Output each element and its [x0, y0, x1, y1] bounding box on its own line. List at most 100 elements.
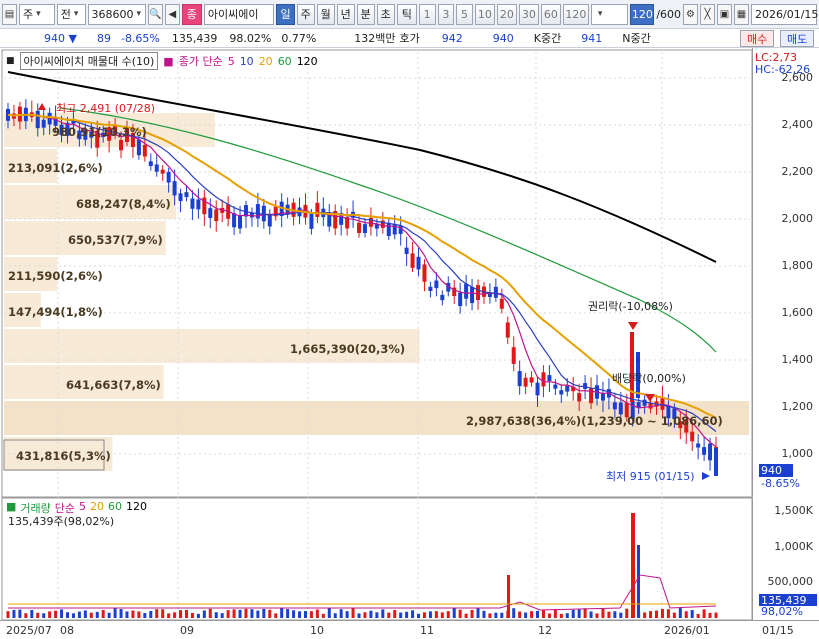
volume-info: 135,439주(98,02%): [8, 515, 115, 528]
date-field[interactable]: 2026/01/15: [751, 3, 818, 25]
volume-bar: [655, 610, 659, 618]
candle: [416, 256, 421, 270]
count-total: /600: [656, 7, 682, 21]
volume-icon[interactable]: ◀: [164, 3, 180, 25]
interval-30[interactable]: 30: [518, 3, 539, 25]
tab-minute[interactable]: 분: [356, 3, 375, 25]
volume-profile-label: 1,665,390(20,3%): [290, 342, 406, 356]
volume-profile-name[interactable]: 아이씨에이치 매물대 수(10): [19, 52, 159, 70]
volume-bar: [530, 611, 534, 618]
volume-bar: [220, 613, 224, 618]
tab-second[interactable]: 초: [376, 3, 395, 25]
volume-bar: [595, 613, 599, 618]
candle: [541, 372, 546, 387]
candle: [190, 198, 195, 209]
volume-bar: [631, 513, 635, 618]
interval-5[interactable]: 5: [456, 3, 473, 25]
interval-10[interactable]: 10: [474, 3, 495, 25]
stock-code-input[interactable]: 368600: [87, 3, 146, 25]
y-tick: 1,600: [781, 306, 814, 319]
volume-tick: 500,000: [767, 575, 814, 588]
volume-bar: [327, 608, 331, 618]
volume-bar: [422, 612, 426, 618]
interval-20[interactable]: 20: [496, 3, 517, 25]
volume-bar: [458, 609, 462, 618]
candle: [577, 393, 582, 402]
candle: [535, 382, 540, 396]
x-tick: 09: [180, 624, 194, 637]
volume-bar: [54, 610, 58, 618]
interval-3[interactable]: 3: [437, 3, 455, 25]
tab-month[interactable]: 월: [316, 3, 335, 25]
candle: [440, 294, 445, 301]
calendar-icon[interactable]: ▦: [734, 3, 750, 25]
candle: [523, 377, 528, 387]
volume-bar: [500, 612, 504, 618]
candle: [41, 119, 46, 128]
interval-1[interactable]: 1: [418, 3, 436, 25]
count-field[interactable]: 120: [630, 3, 655, 25]
candle: [238, 215, 243, 229]
period-type-select[interactable]: 전: [56, 3, 86, 25]
save-icon[interactable]: ▣: [717, 3, 733, 25]
candle: [559, 390, 564, 395]
volume-bar: [119, 609, 123, 618]
volume-bar: [565, 613, 569, 618]
candle: [612, 402, 617, 410]
volume-ma-120: 120: [126, 500, 148, 513]
custom-interval-select[interactable]: [590, 3, 629, 25]
tab-week[interactable]: 주: [296, 3, 315, 25]
tab-day[interactable]: 일: [276, 3, 295, 25]
x-tick: 10: [310, 624, 324, 637]
candle: [434, 280, 439, 289]
volume-bar: [345, 611, 349, 618]
candle: [404, 247, 409, 255]
volume-bar: [161, 609, 165, 618]
volume-value: 135,439: [171, 31, 218, 45]
volume-bar: [107, 612, 111, 618]
settings-icon[interactable]: ⚙: [683, 3, 699, 25]
rights-annotation: 권리락(-10,08%): [588, 300, 673, 313]
volume-profile-label: 650,537(7,9%): [68, 233, 163, 247]
volume-tick: 1,000K: [774, 540, 813, 553]
tab-tick[interactable]: 틱: [396, 3, 417, 25]
volume-bar: [411, 610, 415, 618]
tab-year[interactable]: 년: [336, 3, 355, 25]
volume-bar: [637, 545, 640, 618]
volume-bar: [541, 610, 545, 618]
interval-120[interactable]: 120: [562, 3, 589, 25]
y-tick: 2,200: [781, 165, 814, 178]
quote-label: 호가: [399, 32, 420, 45]
volume-tick: 1,500K: [774, 504, 813, 517]
window-menu-icon[interactable]: ▤: [2, 3, 17, 25]
buy-button[interactable]: 매수: [740, 30, 775, 47]
volume-bar: [202, 610, 206, 618]
ma-10-label: 10: [239, 54, 254, 68]
volume-bar: [214, 612, 218, 618]
candle: [476, 285, 481, 300]
k-mid-label: K중간: [533, 32, 562, 45]
volume-bar: [95, 611, 99, 618]
chart-tools-icon[interactable]: ╳: [700, 3, 716, 25]
candle: [196, 199, 201, 210]
stock-name-field[interactable]: 아이씨에이: [203, 3, 275, 25]
volume-bar: [250, 609, 254, 618]
x-tick: 08: [60, 624, 74, 637]
y-tick: 2,000: [781, 212, 814, 225]
current-price: 940 ▼: [44, 31, 77, 45]
volume-bar: [363, 612, 367, 618]
volume-bar: [613, 611, 617, 618]
volume-bar: [48, 611, 52, 618]
x-tick: 2025/07: [6, 624, 52, 637]
search-icon[interactable]: 🔍: [147, 3, 163, 25]
volume-bar: [309, 611, 313, 618]
sell-button[interactable]: 매도: [780, 30, 815, 47]
interval-60[interactable]: 60: [540, 3, 561, 25]
candle: [511, 347, 516, 364]
candle: [553, 384, 558, 389]
market-select[interactable]: 주: [19, 3, 55, 25]
volume-bar: [24, 613, 28, 618]
volume-bar: [684, 611, 688, 618]
candle: [154, 164, 159, 172]
trade-amount: 132백만: [354, 32, 396, 45]
